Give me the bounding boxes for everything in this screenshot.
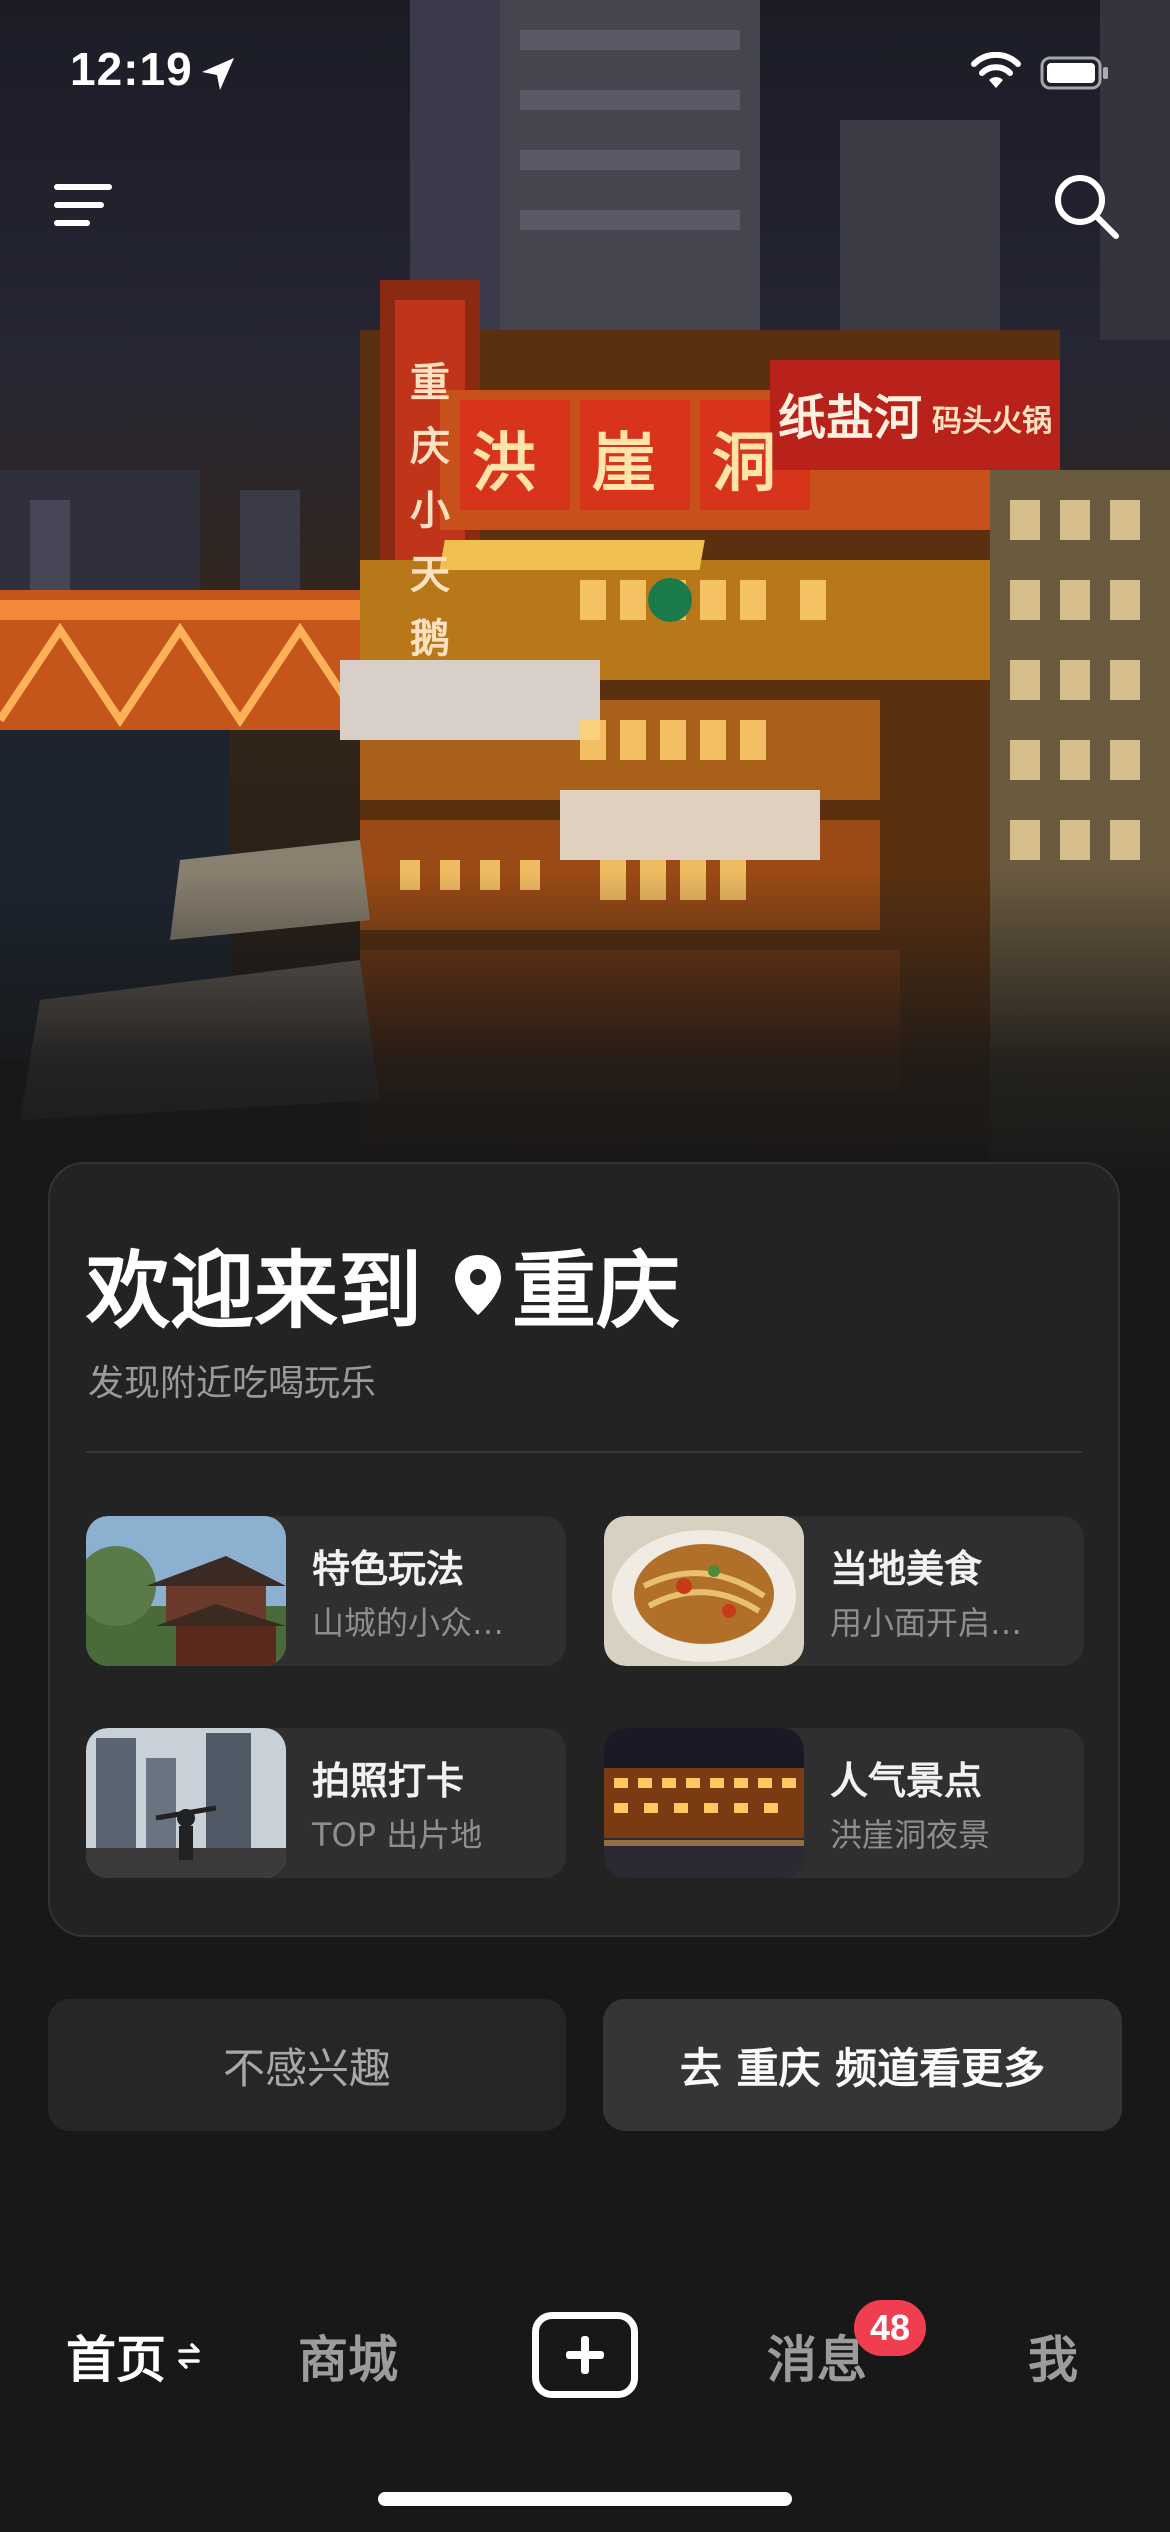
tab-mall[interactable]: 商城 — [298, 2320, 398, 2392]
menu-icon[interactable] — [52, 180, 116, 230]
category-title: 拍照打卡 — [312, 1759, 465, 1803]
bottom-tab-bar: 首页 商城 消息 48 我 — [0, 2270, 1170, 2440]
status-bar: 12:19 — [0, 0, 1170, 150]
right-sign: 纸盐河 — [778, 390, 923, 446]
hero-fade — [0, 870, 1170, 1190]
category-tile-photo-spots[interactable]: 拍照打卡 TOP 出片地 — [86, 1728, 566, 1878]
city-name[interactable]: 重庆 — [512, 1224, 680, 1345]
sign-char: 重 — [410, 360, 450, 406]
sign-char: 小 — [410, 488, 450, 534]
right-sign-small: 码头火锅 — [932, 404, 1052, 439]
view-channel-button[interactable]: 去 重庆 频道看更多 — [603, 1999, 1122, 2131]
welcome-title: 欢迎来到 重庆 — [86, 1224, 680, 1345]
wifi-icon — [971, 52, 1021, 88]
night-view-thumbnail — [604, 1728, 804, 1878]
hero-image: 洪 崖 洞 重 庆 小 天 鹅 纸盐河 码头火锅 — [0, 0, 1170, 1190]
category-tile-popular-sights[interactable]: 人气景点 洪崖洞夜景 — [604, 1728, 1084, 1878]
category-subtitle: 用小面开启… — [830, 1604, 1023, 1642]
sign-char: 崖 — [592, 427, 656, 501]
status-time: 12:19 — [70, 43, 193, 95]
location-pin-icon — [455, 1254, 502, 1315]
category-title: 人气景点 — [830, 1759, 983, 1803]
category-subtitle: 洪崖洞夜景 — [830, 1816, 991, 1854]
add-post-button[interactable] — [532, 2312, 638, 2398]
sign-char: 洪 — [472, 427, 536, 501]
welcome-card: 欢迎来到 重庆 发现附近吃喝玩乐 特色玩法 山城的小众… 当地美食 用小面开启…… — [48, 1162, 1120, 1937]
category-tile-local-food[interactable]: 当地美食 用小面开启… — [604, 1516, 1084, 1666]
sign-char: 庆 — [410, 424, 450, 470]
tab-home[interactable]: 首页 — [66, 2320, 202, 2392]
sign-char: 天 — [410, 552, 450, 598]
welcome-subtitle: 发现附近吃喝玩乐 — [88, 1363, 377, 1404]
swap-arrows-icon — [178, 2343, 200, 2369]
temple-thumbnail — [86, 1516, 286, 1666]
messages-badge: 48 — [854, 2300, 926, 2356]
divider — [86, 1451, 1082, 1453]
battery-icon — [1040, 56, 1108, 90]
hongyadong-sign: 洪 崖 洞 — [461, 412, 787, 504]
welcome-title-prefix: 欢迎来到 — [86, 1242, 423, 1340]
sign-char: 洞 — [712, 427, 776, 501]
category-subtitle: 山城的小众… — [312, 1604, 505, 1642]
search-icon[interactable] — [1050, 170, 1122, 242]
noodles-thumbnail — [604, 1516, 804, 1666]
location-arrow-icon — [202, 58, 234, 90]
category-title: 当地美食 — [830, 1547, 983, 1591]
tab-home-label: 首页 — [66, 2331, 166, 2389]
skyline-photo-thumbnail — [86, 1728, 286, 1878]
category-title: 特色玩法 — [312, 1547, 465, 1591]
home-indicator — [378, 2492, 792, 2506]
category-tile-special-play[interactable]: 特色玩法 山城的小众… — [86, 1516, 566, 1666]
tab-messages[interactable]: 消息 — [767, 2320, 867, 2392]
tab-me[interactable]: 我 — [1028, 2320, 1078, 2392]
plus-icon — [566, 2336, 604, 2374]
not-interested-button[interactable]: 不感兴趣 — [48, 1999, 566, 2131]
vertical-sign: 重 庆 小 天 鹅 — [402, 350, 458, 664]
category-subtitle: TOP 出片地 — [312, 1816, 483, 1854]
sign-char: 鹅 — [410, 616, 450, 662]
